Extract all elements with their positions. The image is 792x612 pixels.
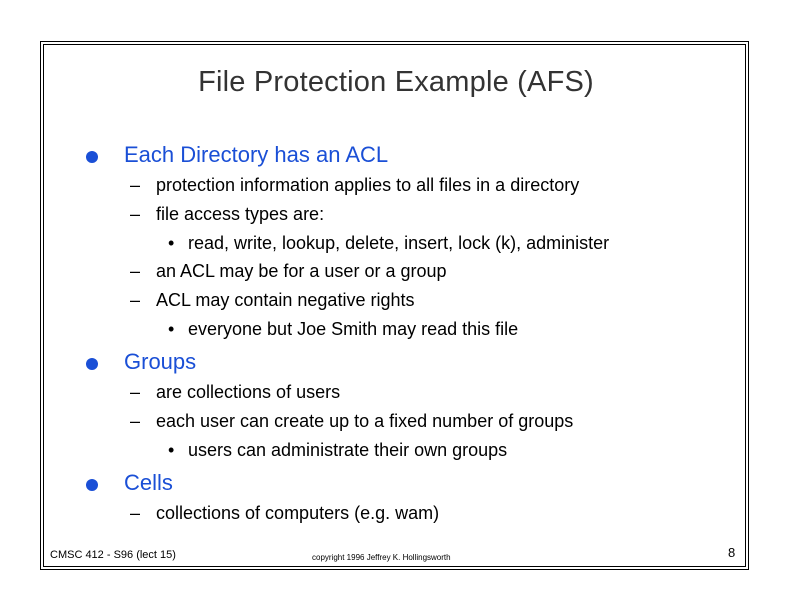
list-item: • read, write, lookup, delete, insert, lo… bbox=[168, 233, 609, 254]
dash-icon: – bbox=[130, 204, 141, 224]
footer-course: CMSC 412 - S96 (lect 15) bbox=[50, 549, 176, 561]
list-item: • everyone but Joe Smith may read this fi… bbox=[168, 319, 518, 340]
dash-icon: – bbox=[130, 503, 141, 523]
bullet-icon bbox=[86, 358, 98, 370]
list-item-text: users can administrate their own groups bbox=[188, 440, 508, 460]
list-item: – each user can create up to a fixed numb… bbox=[130, 411, 573, 432]
bullet-icon bbox=[86, 479, 98, 491]
list-item-text: each user can create up to a fixed numbe… bbox=[156, 411, 574, 431]
list-item-text: file access types are: bbox=[156, 204, 325, 224]
list-item: – protection information applies to all f… bbox=[130, 175, 579, 196]
list-item-text: collections of computers (e.g. wam) bbox=[156, 503, 440, 523]
list-item: • users can administrate their own groups bbox=[168, 440, 507, 461]
footer-copyright: copyright 1996 Jeffrey K. Hollingsworth bbox=[312, 553, 451, 562]
list-item: – are collections of users bbox=[130, 382, 340, 403]
dot-icon: • bbox=[168, 440, 175, 460]
dash-icon: – bbox=[130, 290, 141, 310]
dot-icon: • bbox=[168, 319, 175, 339]
list-item-text: are collections of users bbox=[156, 382, 341, 402]
list-item-text: ACL may contain negative rights bbox=[156, 290, 415, 310]
page-number: 8 bbox=[728, 545, 736, 560]
slide-title: File Protection Example (AFS) bbox=[198, 66, 594, 98]
section-heading-acl: Each Directory has an ACL bbox=[124, 142, 389, 167]
list-item-text: an ACL may be for a user or a group bbox=[156, 261, 447, 281]
list-item: – collections of computers (e.g. wam) bbox=[130, 503, 439, 524]
list-item-text: protection information applies to all fi… bbox=[156, 175, 580, 195]
list-item: – ACL may contain negative rights bbox=[130, 290, 414, 311]
dot-icon: • bbox=[168, 233, 175, 253]
dash-icon: – bbox=[130, 175, 141, 195]
list-item-text: everyone but Joe Smith may read this fil… bbox=[188, 319, 519, 339]
list-item: – an ACL may be for a user or a group bbox=[130, 261, 447, 282]
list-item: – file access types are: bbox=[130, 204, 324, 225]
dash-icon: – bbox=[130, 382, 141, 402]
section-heading-cells: Cells bbox=[124, 470, 173, 495]
section-heading-groups: Groups bbox=[124, 349, 197, 374]
bullet-icon bbox=[86, 151, 98, 163]
dash-icon: – bbox=[130, 261, 141, 281]
list-item-text: read, write, lookup, delete, insert, loc… bbox=[188, 233, 610, 253]
dash-icon: – bbox=[130, 411, 141, 431]
